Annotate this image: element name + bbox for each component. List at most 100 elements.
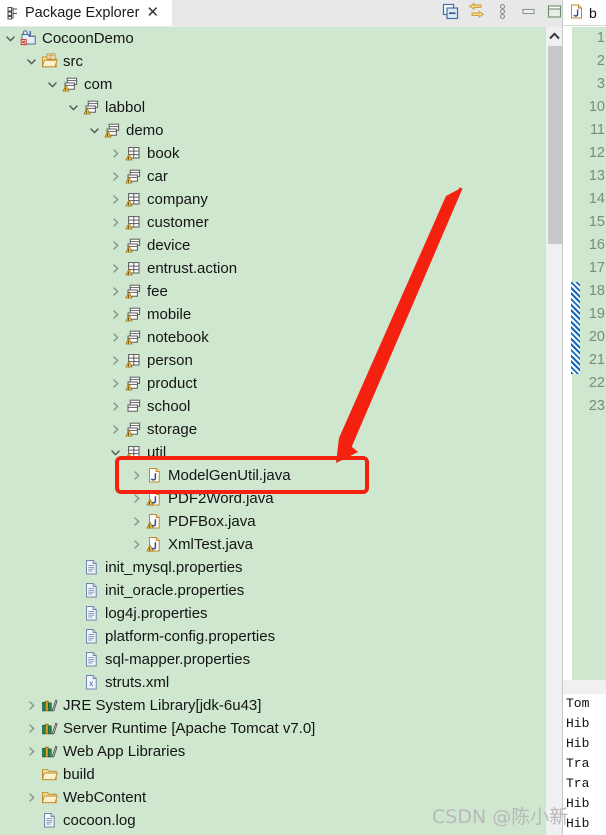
tab-package-explorer[interactable]: Package Explorer ✕: [0, 0, 172, 26]
chevron-right-icon[interactable]: [130, 469, 143, 482]
tree-row[interactable]: XmlTest.java: [0, 533, 545, 556]
tree-row[interactable]: com: [0, 73, 545, 96]
tree-row[interactable]: school: [0, 395, 545, 418]
chevron-right-icon[interactable]: [130, 492, 143, 505]
watermark: CSDN @陈小新: [432, 806, 569, 828]
tree-row-label: init_oracle.properties: [105, 582, 245, 599]
minimize-icon[interactable]: [520, 3, 537, 20]
chevron-right-icon[interactable]: [109, 354, 122, 367]
close-icon[interactable]: ✕: [146, 5, 159, 20]
package-plain-icon: [125, 398, 142, 415]
chevron-right-icon[interactable]: [130, 515, 143, 528]
link-with-editor-icon[interactable]: [468, 2, 485, 20]
tree-row[interactable]: ModelGenUtil.java: [0, 464, 545, 487]
chevron-down-icon[interactable]: [88, 124, 101, 137]
tree-row[interactable]: build: [0, 763, 545, 786]
package-full-icon: [125, 214, 142, 231]
tree-row-label: XmlTest.java: [168, 536, 254, 553]
tree-row-label: cocoon.log: [63, 812, 136, 829]
package-explorer-tree[interactable]: CocoonDemo src com labbol demo book car company…: [0, 27, 545, 835]
package-icon: [125, 329, 142, 346]
tree-row[interactable]: src: [0, 50, 545, 73]
chevron-right-icon[interactable]: [109, 308, 122, 321]
console-view[interactable]: Tom Hib Hib Tra Tra Hib Hib: [563, 694, 606, 835]
scroll-up-arrow-icon[interactable]: [546, 27, 563, 44]
chevron-right-icon[interactable]: [109, 400, 122, 413]
chevron-right-icon[interactable]: [109, 193, 122, 206]
tree-row[interactable]: Web App Libraries: [0, 740, 545, 763]
tab-label: Package Explorer: [25, 4, 140, 21]
chevron-right-icon[interactable]: [25, 722, 38, 735]
package-full-icon: [125, 260, 142, 277]
svg-text:x: x: [89, 679, 93, 688]
chevron-right-icon[interactable]: [25, 699, 38, 712]
chevron-right-icon[interactable]: [109, 147, 122, 160]
tree-row[interactable]: car: [0, 165, 545, 188]
chevron-down-icon[interactable]: [109, 446, 122, 459]
tree-row-label: JRE System Library: [63, 697, 196, 714]
tree-row[interactable]: Server Runtime [Apache Tomcat v7.0]: [0, 717, 545, 740]
line-number: 1: [596, 30, 605, 46]
tree-row[interactable]: init_mysql.properties: [0, 556, 545, 579]
chevron-right-icon[interactable]: [25, 791, 38, 804]
tree-row-label: util: [147, 444, 167, 461]
tree-row[interactable]: x struts.xml: [0, 671, 545, 694]
tree-row-label: storage: [147, 421, 198, 438]
tree-row[interactable]: util: [0, 441, 545, 464]
tree-row[interactable]: person: [0, 349, 545, 372]
tree-row[interactable]: book: [0, 142, 545, 165]
maximize-icon[interactable]: [546, 3, 563, 20]
tree-row-label: struts.xml: [105, 674, 170, 691]
chevron-down-icon[interactable]: [4, 32, 17, 45]
tree-row[interactable]: demo: [0, 119, 545, 142]
tree-row[interactable]: log4j.properties: [0, 602, 545, 625]
tree-row[interactable]: init_oracle.properties: [0, 579, 545, 602]
chevron-down-icon[interactable]: [46, 78, 59, 91]
chevron-right-icon[interactable]: [109, 239, 122, 252]
chevron-right-icon[interactable]: [109, 331, 122, 344]
tree-row[interactable]: CocoonDemo: [0, 27, 545, 50]
tree-row[interactable]: fee: [0, 280, 545, 303]
view-toolbar: [442, 2, 563, 20]
chevron-right-icon[interactable]: [25, 745, 38, 758]
tree-row[interactable]: mobile: [0, 303, 545, 326]
tree-row[interactable]: product: [0, 372, 545, 395]
chevron-down-icon[interactable]: [25, 55, 38, 68]
tree-row[interactable]: labbol: [0, 96, 545, 119]
tree-row[interactable]: device: [0, 234, 545, 257]
editor-tab[interactable]: b: [563, 0, 606, 26]
properties-file-icon: [83, 605, 100, 622]
chevron-right-icon[interactable]: [109, 262, 122, 275]
tree-row[interactable]: JRE System Library [jdk-6u43]: [0, 694, 545, 717]
tree-row[interactable]: entrust.action: [0, 257, 545, 280]
tree-vertical-scrollbar[interactable]: [545, 27, 563, 835]
tree-row[interactable]: PDFBox.java: [0, 510, 545, 533]
scrollbar-thumb[interactable]: [548, 46, 562, 244]
tree-row-qualifier: [jdk-6u43]: [195, 697, 262, 714]
chevron-right-icon[interactable]: [109, 377, 122, 390]
chevron-right-icon[interactable]: [109, 285, 122, 298]
tree-row[interactable]: customer: [0, 211, 545, 234]
library-icon: [41, 697, 58, 714]
tree-row[interactable]: notebook: [0, 326, 545, 349]
tree-row-label: person: [147, 352, 193, 369]
chevron-right-icon[interactable]: [130, 538, 143, 551]
chevron-right-icon[interactable]: [109, 423, 122, 436]
chevron-right-icon[interactable]: [109, 216, 122, 229]
tree-row[interactable]: PDF2Word.java: [0, 487, 545, 510]
collapse-all-icon[interactable]: [442, 3, 459, 20]
chevron-right-icon[interactable]: [109, 170, 122, 183]
line-number: 17: [588, 260, 605, 276]
tree-row[interactable]: sql-mapper.properties: [0, 648, 545, 671]
tree-row[interactable]: platform-config.properties: [0, 625, 545, 648]
tree-row-label: labbol: [105, 99, 146, 116]
tree-row[interactable]: storage: [0, 418, 545, 441]
tree-row-label: product: [147, 375, 198, 392]
view-menu-icon[interactable]: [494, 3, 511, 20]
tree-row[interactable]: company: [0, 188, 545, 211]
chevron-down-icon[interactable]: [67, 101, 80, 114]
